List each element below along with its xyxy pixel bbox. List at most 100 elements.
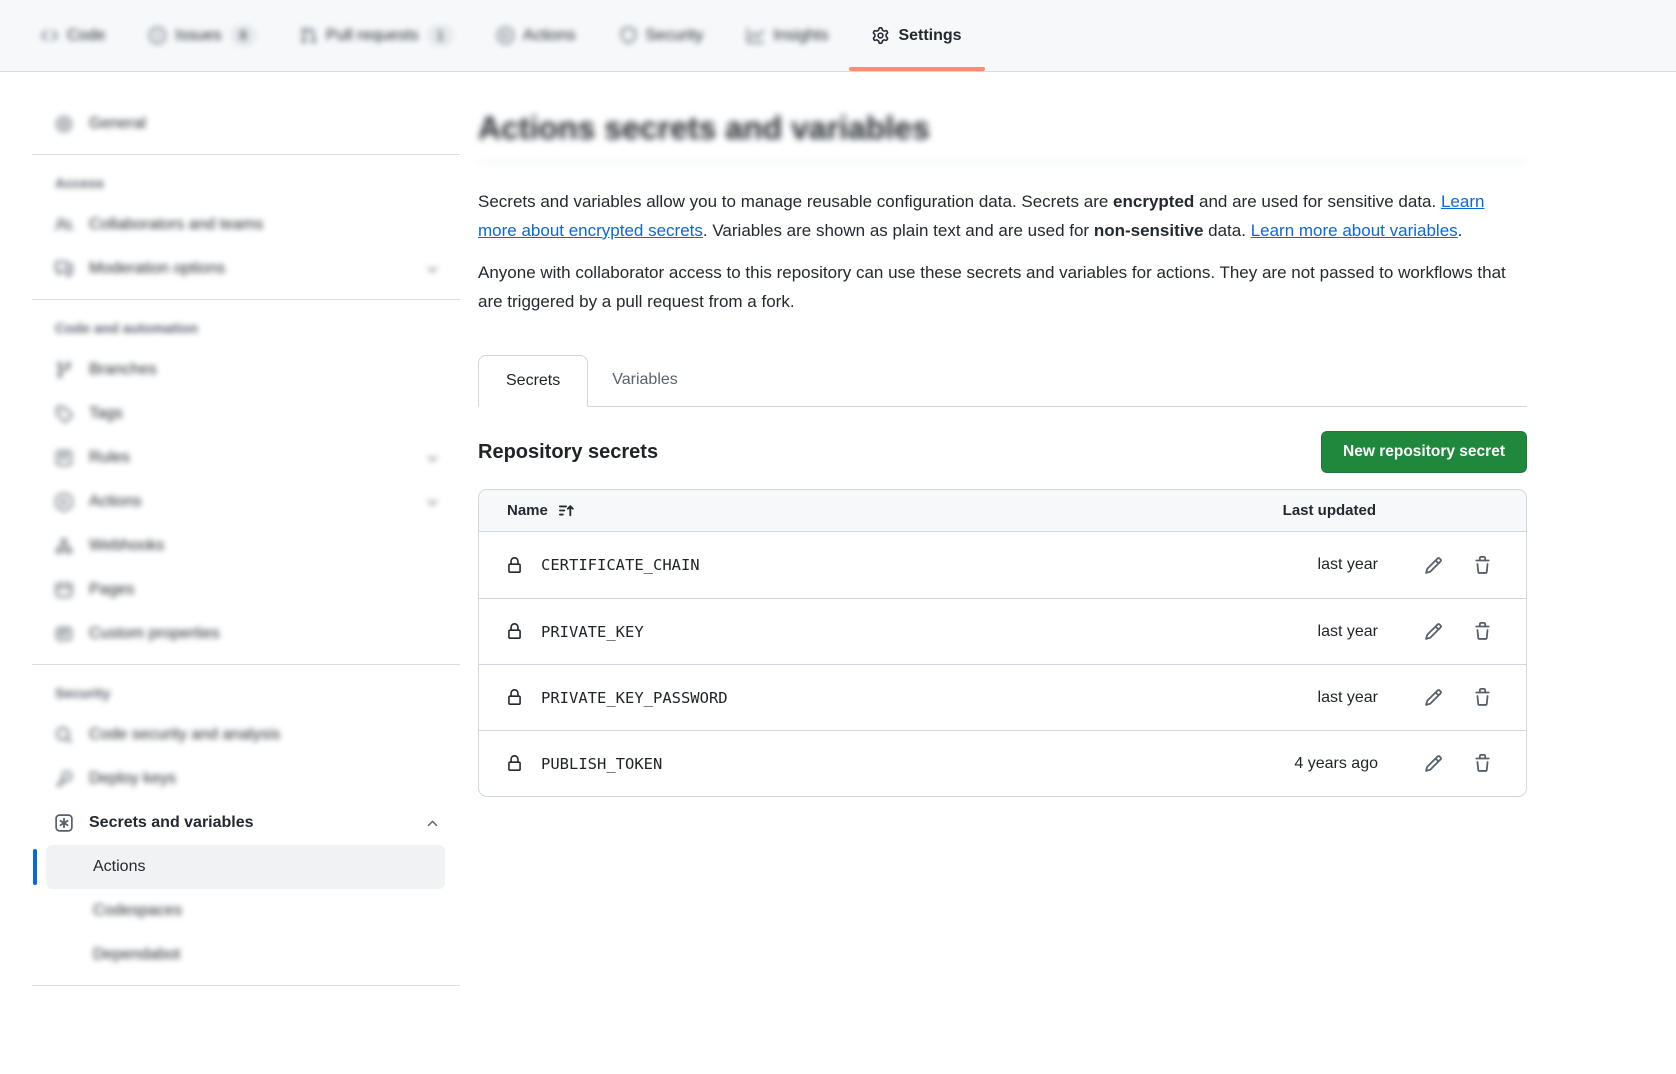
sidebar-item-branches[interactable]: Branches [32, 348, 460, 392]
sidebar-section-access: Access [32, 163, 460, 203]
sidebar-item-general[interactable]: General [32, 102, 460, 146]
selected-item-indicator [33, 849, 37, 885]
delete-secret-button[interactable] [1473, 622, 1492, 641]
repo-tab-bar: Code Issues 8 Pull requests 1 Actions Se… [0, 0, 1676, 72]
tab-code[interactable]: Code [30, 0, 116, 71]
sidebar-item-label: Tags [89, 405, 123, 423]
sidebar-subitem-label: Dependabot [93, 946, 180, 964]
delete-secret-button[interactable] [1473, 556, 1492, 575]
repository-secrets-header: Repository secrets New repository secret [478, 431, 1527, 473]
sidebar-subitem-codespaces[interactable]: Codespaces [46, 889, 445, 933]
sidebar-item-rules[interactable]: Rules [32, 436, 460, 480]
secret-name: PUBLISH_TOKEN [541, 755, 662, 773]
pull-requests-count-badge: 1 [428, 25, 454, 46]
chevron-down-icon [425, 451, 440, 466]
lock-icon [506, 755, 523, 772]
sidebar-subitem-actions[interactable]: Actions [46, 845, 445, 889]
play-icon [497, 27, 514, 44]
pencil-icon [1424, 556, 1443, 575]
sidebar-item-code-security-and-analysis[interactable]: Code security and analysis [32, 713, 460, 757]
column-name: Name [507, 502, 1283, 519]
tab-variables[interactable]: Variables [592, 354, 698, 406]
sidebar-item-tags[interactable]: Tags [32, 392, 460, 436]
sidebar-item-webhooks[interactable]: Webhooks [32, 524, 460, 568]
git-pull-request-icon [300, 27, 317, 44]
tab-secrets[interactable]: Secrets [478, 355, 588, 407]
secret-updated: last year [1318, 689, 1378, 707]
row-actions [1424, 688, 1492, 707]
settings-tab-underline [849, 67, 984, 71]
people-icon [55, 216, 73, 234]
table-row: PUBLISH_TOKEN 4 years ago [479, 730, 1526, 796]
table-row: PRIVATE_KEY_PASSWORD last year [479, 664, 1526, 730]
secret-name: PRIVATE_KEY_PASSWORD [541, 689, 728, 707]
pencil-icon [1424, 622, 1443, 641]
secret-name: PRIVATE_KEY [541, 623, 644, 641]
intro-text: Secrets and variables allow you to manag… [478, 188, 1524, 316]
table-row: CERTIFICATE_CHAIN last year [479, 532, 1526, 598]
chevron-down-icon [425, 262, 440, 277]
tab-actions[interactable]: Actions [486, 0, 586, 71]
tab-security-label: Security [646, 27, 704, 45]
new-repository-secret-button[interactable]: New repository secret [1321, 431, 1527, 473]
pencil-icon [1424, 754, 1443, 773]
note-icon [55, 625, 73, 643]
trash-icon [1473, 688, 1492, 707]
secret-name: CERTIFICATE_CHAIN [541, 556, 700, 574]
code-icon [41, 27, 58, 44]
issue-opened-icon [149, 27, 166, 44]
sidebar-item-collaborators-and-teams[interactable]: Collaborators and teams [32, 203, 460, 247]
chevron-down-icon [425, 495, 440, 510]
tab-settings[interactable]: Settings [861, 0, 972, 71]
tab-code-label: Code [67, 27, 105, 45]
tab-settings-label: Settings [898, 27, 961, 45]
intro-paragraph-1: Secrets and variables allow you to manag… [478, 188, 1524, 245]
sidebar-item-label: Pages [89, 581, 134, 599]
sidebar-section-security: Security [32, 673, 460, 713]
sidebar-divider [32, 299, 460, 300]
sidebar-subitem-label: Codespaces [93, 902, 182, 920]
tab-pull-requests[interactable]: Pull requests 1 [289, 0, 464, 71]
sidebar-item-pages[interactable]: Pages [32, 568, 460, 612]
table-row: PRIVATE_KEY last year [479, 598, 1526, 664]
secret-updated: 4 years ago [1294, 755, 1378, 773]
comment-discussion-icon [55, 260, 73, 278]
tab-issues[interactable]: Issues 8 [138, 0, 267, 71]
settings-sidebar: General Access Collaborators and teams M… [0, 72, 460, 994]
edit-secret-button[interactable] [1424, 556, 1443, 575]
secret-updated: last year [1318, 623, 1378, 641]
secret-name-cell: PRIVATE_KEY [506, 623, 1318, 641]
link-learn-more-variables[interactable]: Learn more about variables [1251, 221, 1458, 240]
sidebar-item-moderation-options[interactable]: Moderation options [32, 247, 460, 291]
secret-name-cell: CERTIFICATE_CHAIN [506, 556, 1318, 574]
edit-secret-button[interactable] [1424, 754, 1443, 773]
sidebar-divider [32, 985, 460, 986]
lock-icon [506, 557, 523, 574]
chevron-up-icon [425, 816, 440, 831]
encrypted-emphasis: encrypted [1113, 192, 1194, 211]
tab-issues-label: Issues [175, 27, 221, 45]
intro-text-segment: data. [1203, 221, 1250, 240]
intro-text-segment: Secrets and variables allow you to manag… [478, 192, 1113, 211]
graph-icon [747, 27, 764, 44]
sidebar-item-deploy-keys[interactable]: Deploy keys [32, 757, 460, 801]
sidebar-item-label: Deploy keys [89, 770, 176, 788]
edit-secret-button[interactable] [1424, 622, 1443, 641]
trash-icon [1473, 556, 1492, 575]
tab-insights[interactable]: Insights [736, 0, 839, 71]
browser-icon [55, 581, 73, 599]
sidebar-subitem-dependabot[interactable]: Dependabot [46, 933, 445, 977]
key-icon [55, 770, 73, 788]
git-branch-icon [55, 361, 73, 379]
sidebar-item-custom-properties[interactable]: Custom properties [32, 612, 460, 656]
delete-secret-button[interactable] [1473, 688, 1492, 707]
sidebar-divider [32, 664, 460, 665]
trash-icon [1473, 754, 1492, 773]
sidebar-item-actions[interactable]: Actions [32, 480, 460, 524]
tag-icon [55, 405, 73, 423]
edit-secret-button[interactable] [1424, 688, 1443, 707]
tab-security[interactable]: Security [609, 0, 715, 71]
delete-secret-button[interactable] [1473, 754, 1492, 773]
sidebar-item-secrets-and-variables[interactable]: Secrets and variables [32, 801, 460, 845]
sort-ascending-icon[interactable] [558, 502, 575, 519]
